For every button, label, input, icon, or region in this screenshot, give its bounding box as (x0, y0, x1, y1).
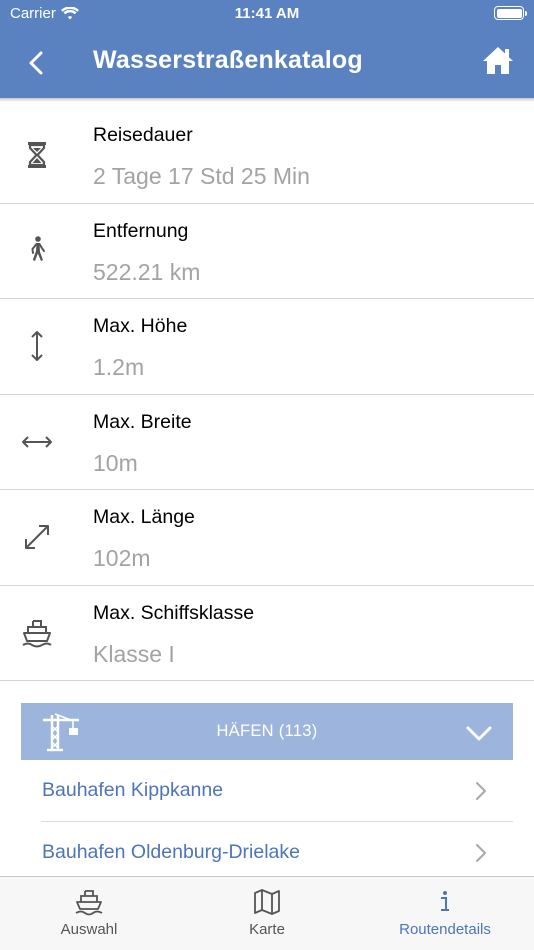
detail-label: Entfernung (93, 219, 189, 242)
harbor-name: Bauhafen Oldenburg-Drielake (42, 841, 300, 863)
chevron-right-icon (476, 844, 486, 862)
detail-row-max-hoehe: Max. Höhe 1.2m (0, 299, 534, 395)
detail-label: Max. Schiffsklasse (93, 601, 255, 624)
tab-karte[interactable]: Karte (178, 877, 356, 950)
chevron-down-icon (466, 726, 492, 741)
harbor-list-item[interactable]: Bauhafen Kippkanne (21, 760, 513, 822)
detail-label: Max. Breite (93, 410, 192, 433)
header: Carrier 11:41 AM Wasserstraßenkatalog (0, 0, 534, 98)
tab-bar: Auswahl Karte Routendetails (0, 876, 534, 950)
harbor-list-item[interactable]: Bauhafen Oldenburg-Drielake (21, 822, 513, 884)
detail-label: Reisedauer (93, 124, 193, 146)
tab-auswahl[interactable]: Auswahl (0, 877, 178, 950)
detail-row-reisedauer: Reisedauer 2 Tage 17 Std 25 Min (0, 108, 534, 204)
detail-label: Max. Länge (93, 506, 195, 528)
page-title: Wasserstraßenkatalog (93, 46, 363, 74)
harbors-title: HÄFEN (113) (216, 722, 318, 740)
diagonal-arrows-icon (25, 525, 49, 549)
detail-value: Klasse I (93, 640, 175, 667)
harbors-section-header[interactable]: HÄFEN (113) (21, 703, 513, 760)
detail-row-entfernung: Entfernung 522.21 km (0, 204, 534, 299)
vertical-arrows-icon (31, 331, 43, 361)
harbor-name: Bauhafen Kippkanne (42, 779, 224, 801)
detail-label: Max. Höhe (93, 315, 188, 337)
detail-value: 1.2m (93, 354, 145, 380)
tab-routendetails[interactable]: Routendetails (356, 877, 534, 950)
battery-icon (494, 6, 527, 20)
hourglass-icon (28, 142, 46, 168)
detail-row-max-schiffsklasse: Max. Schiffsklasse Klasse I (0, 586, 534, 681)
detail-value: 10m (93, 449, 138, 476)
horizontal-arrows-icon (22, 435, 52, 448)
detail-row-max-laenge: Max. Länge 102m (0, 490, 534, 586)
tab-label: Routendetails (399, 921, 491, 938)
home-button[interactable] (482, 44, 514, 76)
chevron-right-icon (476, 782, 486, 800)
detail-value: 2 Tage 17 Std 25 Min (93, 163, 310, 189)
route-details-list: Reisedauer 2 Tage 17 Std 25 Min Entfernu… (0, 108, 534, 681)
ship-icon (22, 619, 52, 647)
back-button[interactable] (22, 48, 52, 78)
info-icon (441, 891, 449, 911)
map-icon (254, 889, 280, 915)
detail-value: 102m (93, 545, 151, 571)
walking-person-icon (31, 235, 45, 261)
navigation-bar: Wasserstraßenkatalog (0, 28, 534, 98)
status-time: 11:41 AM (234, 5, 300, 22)
ship-icon (75, 890, 103, 916)
detail-row-max-breite: Max. Breite 10m (0, 395, 534, 490)
tab-label: Karte (249, 921, 285, 938)
status-bar: Carrier 11:41 AM (0, 0, 534, 28)
detail-value: 522.21 km (93, 258, 201, 285)
tab-label: Auswahl (60, 921, 118, 938)
